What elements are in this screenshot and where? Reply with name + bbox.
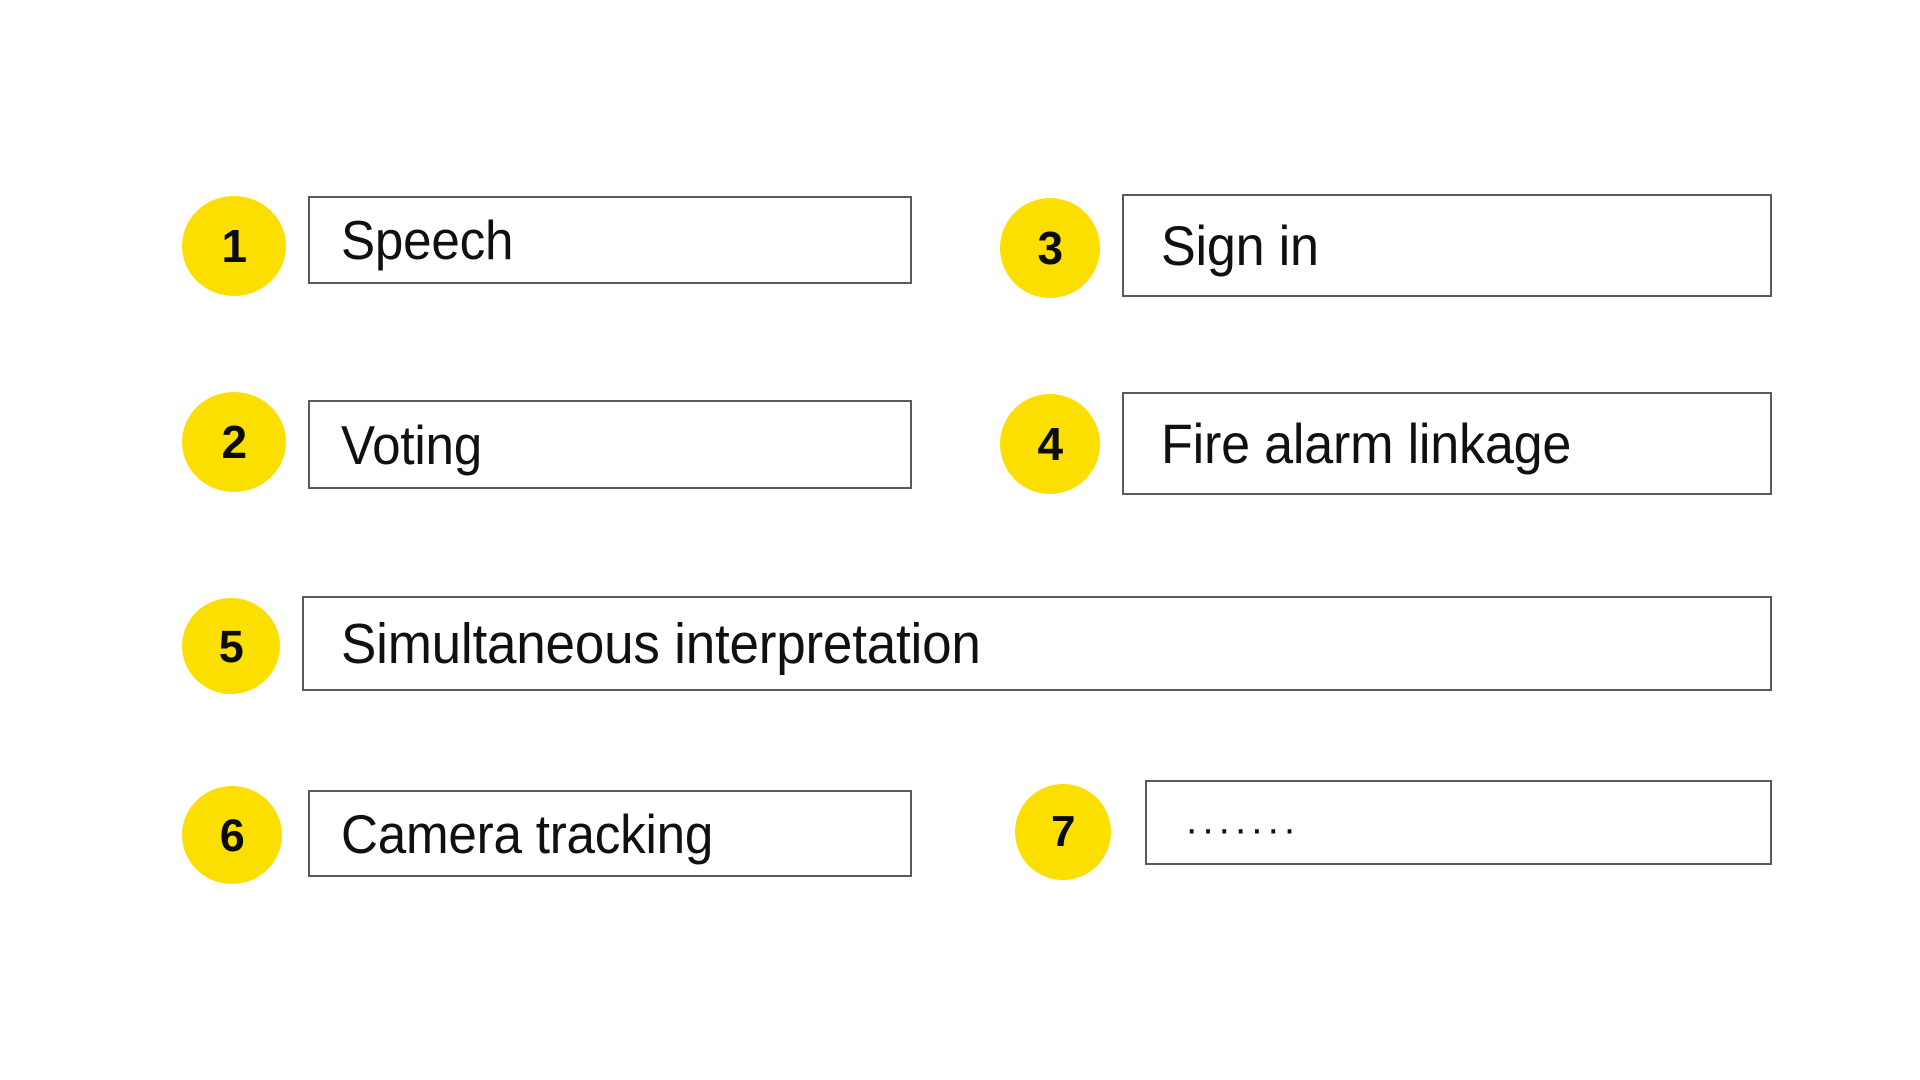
- item-label-box-4[interactable]: Fire alarm linkage: [1122, 392, 1772, 495]
- item-label-box-7[interactable]: ·······: [1145, 780, 1772, 865]
- item-label-text-7-ellipsis: ·······: [1185, 806, 1300, 851]
- item-label-text-6: Camera tracking: [341, 802, 714, 865]
- item-number-badge-6[interactable]: 6: [182, 786, 282, 884]
- diagram-canvas: 1 Speech 2 Voting 3 Sign in 4 Fire alarm…: [0, 0, 1920, 1080]
- item-label-box-2[interactable]: Voting: [308, 400, 912, 489]
- item-number-badge-4[interactable]: 4: [1000, 394, 1100, 494]
- item-number-badge-1[interactable]: 1: [182, 196, 286, 296]
- item-label-box-6[interactable]: Camera tracking: [308, 790, 912, 877]
- item-label-text-4: Fire alarm linkage: [1161, 412, 1572, 475]
- item-label-box-1[interactable]: Speech: [308, 196, 912, 284]
- item-number-badge-5[interactable]: 5: [182, 598, 280, 694]
- item-label-text-3: Sign in: [1161, 214, 1319, 277]
- item-label-text-1: Speech: [341, 209, 514, 271]
- item-label-box-3[interactable]: Sign in: [1122, 194, 1772, 297]
- item-number-badge-7[interactable]: 7: [1015, 784, 1111, 880]
- item-number-badge-2[interactable]: 2: [182, 392, 286, 492]
- item-number-badge-3[interactable]: 3: [1000, 198, 1100, 298]
- item-label-box-5[interactable]: Simultaneous interpretation: [302, 596, 1772, 691]
- item-label-text-5: Simultaneous interpretation: [341, 611, 981, 676]
- item-label-text-2: Voting: [341, 413, 482, 476]
